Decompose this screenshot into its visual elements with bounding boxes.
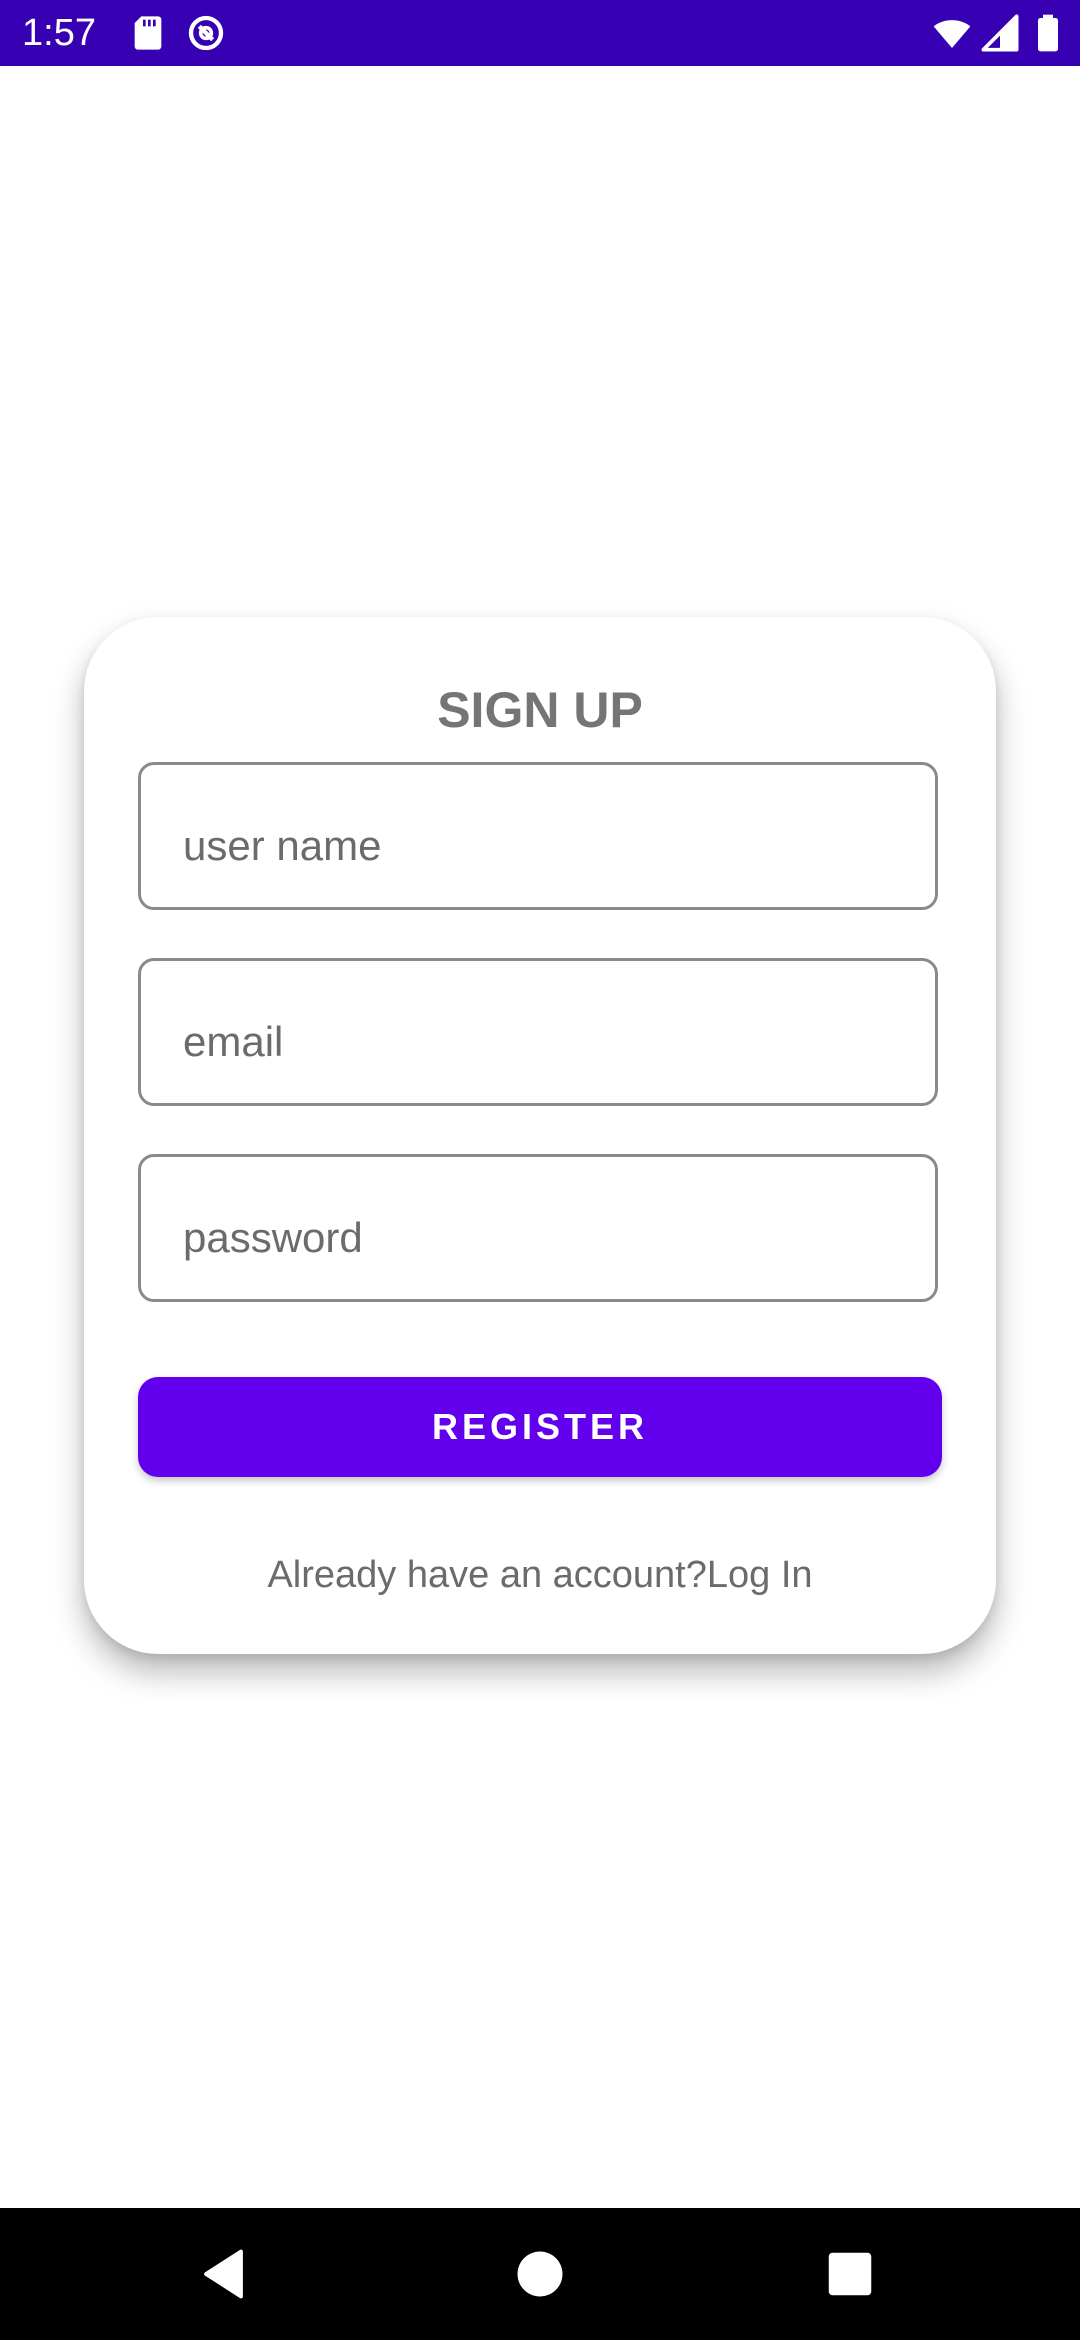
signup-card: SIGN UP REGISTER Already have an account…: [84, 617, 996, 1654]
back-icon[interactable]: [196, 2244, 256, 2304]
home-icon[interactable]: [510, 2244, 570, 2304]
status-time: 1:57: [22, 12, 96, 54]
password-input[interactable]: [181, 1157, 901, 1299]
signup-title: SIGN UP: [437, 682, 643, 738]
username-input[interactable]: [181, 765, 901, 907]
signal-icon: [980, 13, 1020, 53]
recents-icon[interactable]: [820, 2244, 880, 2304]
sd-card-icon: [128, 13, 168, 53]
password-field[interactable]: [138, 1154, 938, 1302]
email-input[interactable]: [181, 961, 901, 1103]
login-prompt: Already have an account?Log In: [84, 1552, 996, 1598]
navigation-bar: [0, 2208, 1080, 2340]
username-field[interactable]: [138, 762, 938, 910]
data-saver-icon: [186, 13, 226, 53]
login-prompt-text: Already have an account?: [267, 1554, 707, 1596]
register-button[interactable]: REGISTER: [138, 1377, 942, 1477]
status-bar: 1:57: [0, 0, 1080, 66]
email-field[interactable]: [138, 958, 938, 1106]
battery-icon: [1028, 13, 1068, 53]
login-link[interactable]: Log In: [707, 1554, 813, 1596]
wifi-icon: [932, 13, 972, 53]
